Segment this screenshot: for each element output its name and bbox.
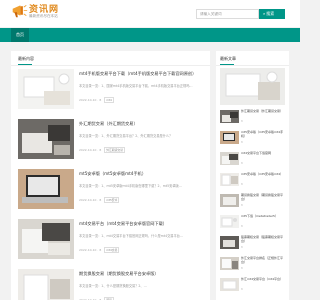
sidebar-thumbnail[interactable]: [220, 193, 239, 207]
article-title[interactable]: 外汇期货交易（外汇期货交易）: [79, 121, 203, 127]
sidebar-item-views: 8: [241, 140, 243, 144]
search-icon: ⌕: [263, 11, 266, 16]
article-date: 2022-10-10: [79, 98, 97, 102]
sidebar-thumbnail[interactable]: [220, 214, 239, 228]
sidebar-thumbnail[interactable]: [220, 256, 239, 270]
article-date: 2022-10-10: [79, 148, 97, 152]
article-thumbnail[interactable]: [18, 269, 74, 300]
search-button[interactable]: ⌕搜索: [259, 9, 285, 19]
main-section-header: 最新内容: [11, 51, 210, 66]
article-title[interactable]: 期货换股交易（期货换股交易平台安卓版）: [79, 271, 203, 277]
sidebar-thumbnail[interactable]: [220, 172, 239, 186]
logo-subtitle: 最新资讯尽在本站: [29, 14, 58, 18]
sidebar-item[interactable]: 外汇期货交易（外汇期货交易） 8: [220, 109, 285, 129]
search-button-label: 搜索: [266, 11, 275, 16]
sidebar-item-title[interactable]: 外汇mt4交易平台（mt4平台）: [241, 277, 285, 286]
sidebar-section-header: 最新文章: [216, 51, 289, 66]
sidebar-featured-image[interactable]: [220, 68, 285, 105]
sidebar-item[interactable]: mt5下载（metatrader5） 8: [220, 214, 285, 234]
article-meta: 2022-10-10 · 8 mt5安卓: [79, 197, 120, 203]
article-thumbnail[interactable]: [18, 69, 74, 109]
article-excerpt: 本文目录一览：1、mt5安卓版mt4手机版在哪里下载？2、mt5安卓版...: [79, 184, 182, 188]
article-views: 8: [99, 198, 102, 202]
article-tag[interactable]: 外汇期货交易: [104, 147, 125, 153]
article-meta: 2022-10-10 · 8 mt4交易: [79, 247, 120, 253]
sidebar-item-views: 8: [241, 266, 243, 270]
article-views: 8: [99, 98, 102, 102]
sidebar: 最新文章 外汇期货交易（外汇期货交易） 8 mt5安卓版（mt5安卓版mt4手机…: [216, 51, 289, 300]
article-tag[interactable]: mt5安卓: [104, 197, 120, 203]
sidebar-section-title: 最新文章: [220, 56, 236, 65]
article-thumbnail[interactable]: [18, 119, 74, 159]
main-nav: 首页: [0, 28, 300, 42]
sidebar-item-views: 8: [241, 119, 243, 123]
article-views: 8: [99, 148, 102, 152]
sidebar-item-views: 8: [241, 182, 243, 186]
sidebar-thumbnail[interactable]: [220, 277, 239, 291]
sidebar-thumbnail[interactable]: [220, 151, 239, 165]
sidebar-item[interactable]: mt4交易平台下载官网 8: [220, 151, 285, 171]
article-tag[interactable]: mt4交易: [104, 247, 120, 253]
sidebar-thumbnail[interactable]: [220, 109, 239, 123]
site-header: 资讯网 最新资讯尽在本站 请输入关键词 ⌕搜索: [0, 0, 300, 27]
sidebar-item[interactable]: 期货换股交易（期货换股交易平台） 8: [220, 193, 285, 213]
main-section-title: 最新内容: [18, 56, 34, 65]
article-meta: 2022-10-10 · 8 mt4: [79, 97, 114, 103]
list-item[interactable]: 期货换股交易（期货换股交易平台安卓版） 本文目录一览：1、什么是期货换股交易？2…: [18, 269, 204, 300]
nav-item-home[interactable]: 首页: [11, 28, 29, 42]
sidebar-item-title[interactable]: mt5安卓版（mt5安卓版mt4手机）: [241, 130, 285, 139]
sidebar-item-title[interactable]: 外汇期货交易（外汇期货交易）: [241, 109, 285, 118]
article-title[interactable]: mt5安卓版（mt5安卓版mt4手机）: [79, 171, 203, 177]
article-title[interactable]: mt4手机版交易平台下载（mt4手机版交易平台下载官网原创）: [79, 71, 203, 77]
list-item[interactable]: mt5安卓版（mt5安卓版mt4手机） 本文目录一览：1、mt5安卓版mt4手机…: [18, 169, 204, 209]
sidebar-item[interactable]: 外汇mt4交易平台（mt4平台） 8: [220, 277, 285, 297]
article-tag[interactable]: mt4: [104, 97, 114, 103]
list-item[interactable]: 外汇期货交易（外汇期货交易） 本文目录一览：1、外汇期货交易平台？2、外汇期货交…: [18, 119, 204, 159]
main-content: 最新内容 mt4手机版交易平台下载（mt4手机版交易平台下载官网原创） 本文目录…: [11, 51, 210, 300]
site-logo[interactable]: 资讯网 最新资讯尽在本站: [11, 2, 91, 24]
article-date: 2022-10-10: [79, 248, 97, 252]
list-item[interactable]: mt4交易平台（mt4交易平台安卓版官网下载） 本文目录一览：1、mt4交易平台…: [18, 219, 204, 259]
sidebar-item-title[interactable]: 期货换股交易（期货换股交易平台）: [241, 193, 285, 202]
article-thumbnail[interactable]: [18, 169, 74, 209]
search-input[interactable]: 请输入关键词: [196, 9, 259, 19]
article-excerpt: 本文目录一览：1、什么是期货换股交易？2、...: [79, 284, 147, 288]
sidebar-item-title[interactable]: mt5安卓版（mt5安卓版mt4）: [241, 172, 285, 181]
megaphone-icon: [12, 5, 28, 18]
article-thumbnail[interactable]: [18, 219, 74, 259]
sidebar-thumbnail[interactable]: [220, 235, 239, 249]
sidebar-item-views: 8: [241, 161, 243, 165]
list-item[interactable]: mt4手机版交易平台下载（mt4手机版交易平台下载官网原创） 本文目录一览：1、…: [18, 69, 204, 109]
sidebar-item[interactable]: mt5安卓版（mt5安卓版mt4手机） 8: [220, 130, 285, 150]
sidebar-item[interactable]: mt5安卓版（mt5安卓版mt4） 8: [220, 172, 285, 192]
sidebar-item[interactable]: 股票期权交易（股票期权交易平台） 8: [220, 235, 285, 255]
sidebar-item-views: 8: [241, 203, 243, 207]
sidebar-item-title[interactable]: 股票期权交易（股票期权交易平台）: [241, 235, 285, 244]
sidebar-item-views: 8: [241, 287, 243, 291]
article-excerpt: 本文目录一览：1、外汇期货交易平台？2、外汇期货交易是什么？: [79, 134, 173, 138]
sidebar-item-views: 8: [241, 245, 243, 249]
sidebar-thumbnail[interactable]: [220, 130, 239, 144]
sidebar-item-title[interactable]: 外汇交易平台排名（正规外汇平台）: [241, 256, 285, 265]
sidebar-item-title[interactable]: mt5下载（metatrader5）: [241, 214, 285, 223]
article-title[interactable]: mt4交易平台（mt4交易平台安卓版官网下载）: [79, 221, 203, 227]
sidebar-item-views: 8: [241, 224, 243, 228]
sidebar-item-title[interactable]: mt4交易平台下载官网: [241, 151, 285, 160]
article-meta: 2022-10-10 · 8 外汇期货交易: [79, 147, 125, 153]
article-excerpt: 本文目录一览：1、mt4交易平台下载官网正规吗，什么是mt4交易平台...: [79, 234, 183, 238]
sidebar-item[interactable]: 外汇交易平台排名（正规外汇平台） 8: [220, 256, 285, 276]
article-views: 8: [99, 248, 102, 252]
article-excerpt: 本文目录一览：1、国家mt4手机版交易平台下载，mt4手机版交易平台正规吗...: [79, 84, 193, 88]
article-date: 2022-10-10: [79, 198, 97, 202]
